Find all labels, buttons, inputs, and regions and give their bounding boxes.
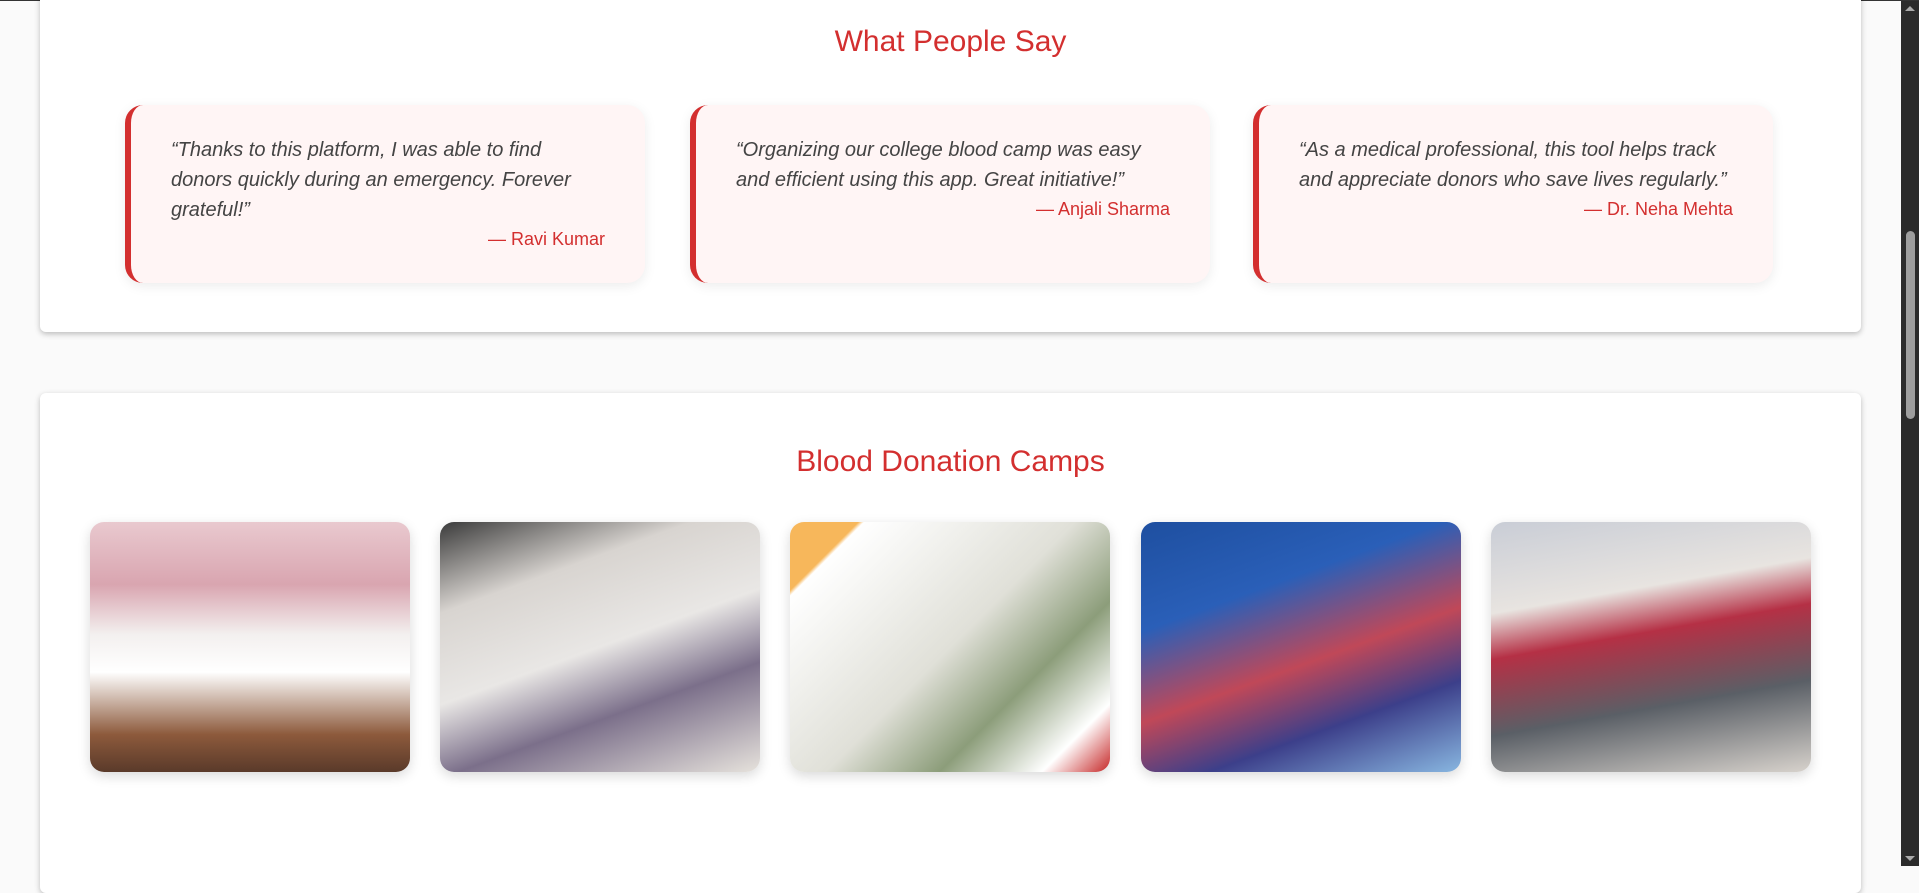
camp-photo xyxy=(440,522,760,772)
testimonials-section: What People Say “Thanks to this platform… xyxy=(40,0,1861,332)
testimonial-author: — Ravi Kumar xyxy=(487,229,605,249)
testimonial-quote: “Organizing our college blood camp was e… xyxy=(736,139,1141,191)
testimonial-card: “As a medical professional, this tool he… xyxy=(1253,105,1773,283)
scrollbar-thumb[interactable] xyxy=(1906,231,1915,419)
testimonial-card: “Thanks to this platform, I was able to … xyxy=(125,105,645,283)
camps-title: Blood Donation Camps xyxy=(796,445,1105,478)
testimonial-card: “Organizing our college blood camp was e… xyxy=(690,105,1210,283)
vertical-scrollbar[interactable] xyxy=(1901,1,1919,866)
testimonial-quote: “Thanks to this platform, I was able to … xyxy=(171,139,571,221)
scroll-down-arrow-icon[interactable] xyxy=(1905,856,1915,861)
camp-photo xyxy=(1141,522,1461,772)
testimonial-author: — Anjali Sharma xyxy=(1035,199,1170,219)
scroll-up-arrow-icon[interactable] xyxy=(1905,6,1915,11)
camp-photo xyxy=(790,522,1110,772)
camp-photo xyxy=(1491,522,1811,772)
camp-photo xyxy=(90,522,410,772)
testimonials-title: What People Say xyxy=(834,25,1067,58)
camps-section: Blood Donation Camps xyxy=(40,393,1861,893)
testimonial-quote: “As a medical professional, this tool he… xyxy=(1299,139,1727,191)
testimonial-author: — Dr. Neha Mehta xyxy=(1583,199,1733,219)
